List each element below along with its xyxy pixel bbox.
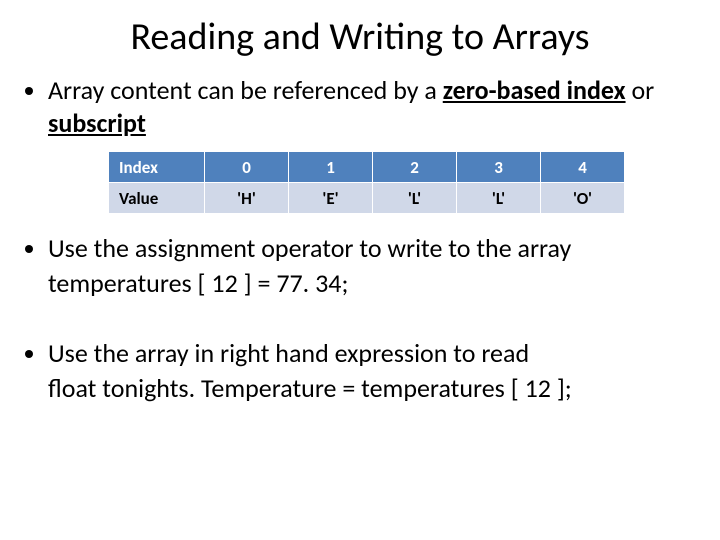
index-row: Index 0 1 2 3 4 [109,152,625,183]
array-table: Index 0 1 2 3 4 Value 'H' 'E' 'L' 'L' 'O… [108,151,625,214]
bullet-1-underlined-1: zero-based index [443,74,626,106]
bullet-3-line1: Use the array in right hand expression t… [48,337,529,369]
index-0: 0 [205,152,289,183]
bullet-3-line2: float tonights. Temperature = temperatur… [48,372,700,405]
bullet-list: Array content can be referenced by a zer… [48,74,700,139]
slide-title: Reading and Writing to Arrays [20,14,700,60]
index-1: 1 [289,152,373,183]
index-label: Index [109,152,205,183]
bullet-2-line2: temperatures [ 12 ] = 77. 34; [48,267,700,300]
bullet-1: Array content can be referenced by a zer… [48,74,700,139]
bullet-list-2: Use the assignment operator to write to … [48,232,700,299]
spacer [20,309,700,337]
bullet-1-prefix: Array content can be referenced by a [48,74,443,106]
bullet-2-line1: Use the assignment operator to write to … [48,232,571,264]
bullet-list-3: Use the array in right hand expression t… [48,337,700,404]
value-4: 'O' [541,183,625,214]
bullet-1-mid: or [626,74,655,106]
index-4: 4 [541,152,625,183]
value-row: Value 'H' 'E' 'L' 'L' 'O' [109,183,625,214]
slide: Reading and Writing to Arrays Array cont… [0,0,720,540]
value-2: 'L' [373,183,457,214]
value-3: 'L' [457,183,541,214]
value-1: 'E' [289,183,373,214]
bullet-3: Use the array in right hand expression t… [48,337,700,404]
bullet-1-underlined-2: subscript [48,107,146,139]
index-2: 2 [373,152,457,183]
bullet-2: Use the assignment operator to write to … [48,232,700,299]
value-label: Value [109,183,205,214]
array-table-wrap: Index 0 1 2 3 4 Value 'H' 'E' 'L' 'L' 'O… [108,151,613,214]
value-0: 'H' [205,183,289,214]
index-3: 3 [457,152,541,183]
